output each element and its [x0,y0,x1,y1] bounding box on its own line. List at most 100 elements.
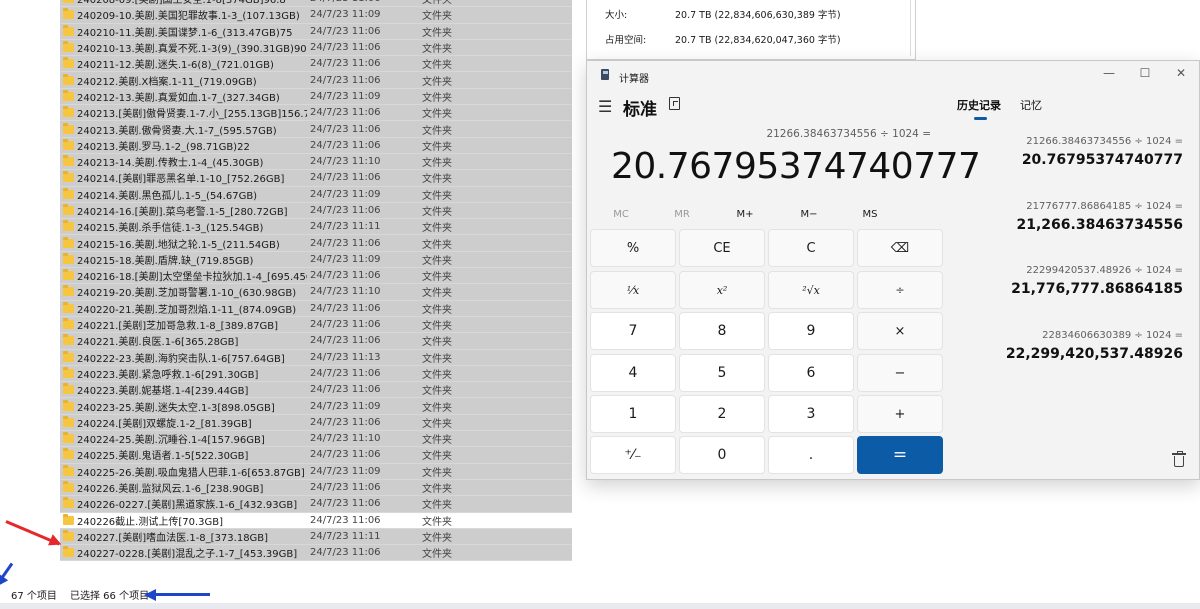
file-date: 24/7/23 11:06 [310,482,381,494]
file-date: 24/7/23 11:06 [310,498,381,510]
file-row[interactable]: 240223-25.美剧.迷失太空.1-3[898.05GB] 24/7/23 1… [60,398,572,415]
file-row[interactable]: 240219-20.美剧.芝加哥警署.1-10_(630.98GB) 24/7/2… [60,284,572,301]
memory-add-button[interactable]: M+ [725,209,765,220]
tab-memory[interactable]: 记忆 [1020,97,1042,113]
selected-count-text: 已选择 66 个项目 [70,591,150,602]
file-row[interactable]: 240224-25.美剧.沉睡谷.1-4[157.96GB] 24/7/23 11… [60,431,572,448]
digit-2-button[interactable]: 2 [679,395,765,433]
file-row[interactable]: 240222-23.美剧.海豹突击队.1-6[757.64GB] 24/7/23 … [60,349,572,366]
clear-button[interactable]: C [768,229,854,267]
folder-icon [63,285,74,297]
file-row[interactable]: 240220-21.美剧.芝加哥烈焰.1-11_(874.09GB) 24/7/2… [60,300,572,317]
file-row[interactable]: 240215.美剧.杀手信徒.1-3_(125.54GB) 24/7/23 11:… [60,219,572,236]
taskbar-strip [0,603,1200,609]
digit-8-button[interactable]: 8 [679,312,765,350]
file-row[interactable]: 240213.美剧.罗马.1-2_(98.71GB)22 24/7/23 11:0… [60,137,572,154]
divide-button[interactable]: ÷ [857,271,943,309]
file-type: 文件夹 [422,500,452,512]
digit-1-button[interactable]: 1 [590,395,676,433]
file-row[interactable]: 240225-26.美剧.吸血鬼猎人巴菲.1-6[653.87GB] 24/7/2… [60,463,572,480]
history-entry[interactable]: 22834606630389 ÷ 1024 = 22,299,420,537.4… [1006,330,1183,362]
file-row[interactable]: 240212-13.美剧.真爱如血.1-7_(327.34GB) 24/7/23 … [60,88,572,106]
file-name: 240213.美剧.罗马.1-2_(98.71GB)22 [77,141,250,153]
maximize-icon[interactable]: ☐ [1135,66,1155,80]
history-entry[interactable]: 21266.38463734556 ÷ 1024 = 20.7679537474… [1022,136,1183,168]
clear-entry-button[interactable]: CE [679,229,765,267]
file-row[interactable]: 240213.[美剧]傲骨贤妻.1-7.小_[255.13GB]156.7 24/… [60,105,572,122]
folder-icon [63,481,74,493]
square-root-button[interactable]: ²√x [768,271,854,309]
folder-icon [63,432,74,444]
backspace-button[interactable]: ⌫ [857,229,943,267]
file-row[interactable]: 240227.[美剧]嗜血法医.1-8_[373.18GB] 24/7/23 11… [60,528,572,546]
minus-button[interactable]: − [857,354,943,392]
multiply-button[interactable]: × [857,312,943,350]
file-row[interactable]: 240214.[美剧]罪恶黑名单.1-10_[752.26GB] 24/7/23 … [60,170,572,187]
file-row[interactable]: 240223.美剧.紧急呼救.1-6[291.30GB] 24/7/23 11:0… [60,365,572,383]
file-row[interactable]: 240226截止.测试上传[70.3GB] 24/7/23 11:06 文件夹 [60,512,572,529]
history-entry[interactable]: 21776777.86864185 ÷ 1024 = 21,266.384637… [1017,201,1184,233]
digit-0-button[interactable]: 0 [679,436,765,474]
equals-button[interactable]: = [857,436,943,474]
file-date: 24/7/23 11:06 [310,58,381,70]
file-row[interactable]: 240224.[美剧]双螺旋.1-2_[81.39GB] 24/7/23 11:0… [60,414,572,432]
memory-subtract-button[interactable]: M− [789,209,829,220]
file-name: 240222-23.美剧.海豹突击队.1-6[757.64GB] [77,353,285,365]
file-row[interactable]: 240221.[美剧]芝加哥急救.1-8_[389.87GB] 24/7/23 1… [60,316,572,334]
file-row[interactable]: 240226-0227.[美剧]黑道家族.1-6_[432.93GB] 24/7/… [60,496,572,513]
file-row[interactable]: 240221.美剧.良医.1-6[365.28GB] 24/7/23 11:06 文… [60,333,572,350]
file-row[interactable]: 240213.美剧.傲骨贤妻.大.1-7_(595.57GB) 24/7/23 1… [60,121,572,138]
file-name: 240226截止.测试上传[70.3GB] [77,516,224,528]
file-row[interactable]: 240215-18.美剧.盾牌.缺_(719.85GB) 24/7/23 11:0… [60,251,572,269]
file-row[interactable]: 240226.美剧.监狱风云.1-6_[238.90GB] 24/7/23 11:… [60,479,572,497]
file-row[interactable]: 240227-0228.[美剧]混乱之子.1-7_[453.39GB] 24/7/… [60,545,572,562]
file-row[interactable]: 240211-12.美剧.迷失.1-6(8)_(721.01GB) 24/7/23… [60,56,572,73]
file-name: 240211-12.美剧.迷失.1-6(8)_(721.01GB) [77,60,274,72]
file-row[interactable]: 240209-10.美剧.美国犯罪故事.1-3_(107.13GB) 24/7/2… [60,7,572,24]
percent-button[interactable]: % [590,229,676,267]
file-row[interactable]: 240214-16.[美剧].菜鸟老警.1-5_[280.72GB] 24/7/2… [60,202,572,220]
file-row[interactable]: 240223.美剧.妮基塔.1-4[239.44GB] 24/7/23 11:06… [60,382,572,399]
file-name: 240227-0228.[美剧]混乱之子.1-7_[453.39GB] [77,549,298,561]
folder-icon [63,399,74,411]
file-name: 240212-13.美剧.真爱如血.1-7_(327.34GB) [77,92,280,104]
keep-on-top-icon[interactable] [669,97,680,110]
minimize-icon[interactable]: — [1099,66,1119,80]
trash-icon[interactable] [1172,451,1186,467]
negate-button[interactable]: ⁺⁄₋ [590,436,676,474]
file-row[interactable]: 240215-16.美剧.地狱之轮.1-5_(211.54GB) 24/7/23 … [60,235,572,252]
file-row[interactable]: 240210-11.美剧.美国谍梦.1-6_(313.47GB)75 24/7/2… [60,23,572,40]
close-icon[interactable]: ✕ [1171,66,1191,80]
menu-icon[interactable]: ☰ [598,97,612,116]
file-list[interactable]: 240208-09.[美剧]国土安全.1-8[374GB]96.8 24/7/23… [60,0,572,562]
file-row[interactable]: 240210-13.美剧.真爱不死.1-3(9)_(390.31GB)90 24/… [60,39,572,57]
history-entry[interactable]: 22299420537.48926 ÷ 1024 = 21,776,777.86… [1011,265,1183,297]
memory-recall-button[interactable]: MR [662,209,702,220]
file-date: 24/7/23 11:06 [310,319,381,331]
digit-3-button[interactable]: 3 [768,395,854,433]
history-expression: 22834606630389 ÷ 1024 = [1042,330,1183,341]
folder-icon [63,366,74,378]
square-button[interactable]: x² [679,271,765,309]
decimal-button[interactable]: . [768,436,854,474]
memory-clear-button[interactable]: MC [601,209,641,220]
digit-6-button[interactable]: 6 [768,354,854,392]
digit-9-button[interactable]: 9 [768,312,854,350]
file-row[interactable]: 240216-18.[美剧]太空堡垒卡拉狄加.1-4_[695.45GB] 24/… [60,268,572,285]
file-row[interactable]: 240212.美剧.X档案.1-11_(719.09GB) 24/7/23 11:… [60,72,572,89]
digit-4-button[interactable]: 4 [590,354,676,392]
digit-5-button[interactable]: 5 [679,354,765,392]
disk-usage-row: 占用空间: 20.7 TB (22,834,620,047,360 字节) [605,32,841,46]
file-name: 240223.美剧.紧急呼救.1-6[291.30GB] [77,369,259,381]
blue-annotation-arrow-selected [146,593,210,596]
digit-7-button[interactable]: 7 [590,312,676,350]
file-row[interactable]: 240208-09.[美剧]国土安全.1-8[374GB]96.8 24/7/23… [60,0,572,8]
tab-history[interactable]: 历史记录 [957,97,1001,113]
file-type: 文件夹 [422,288,452,300]
file-row[interactable]: 240213-14.美剧.传教士.1-4_(45.30GB) 24/7/23 11… [60,153,572,171]
memory-store-button[interactable]: MS [850,209,890,220]
file-row[interactable]: 240225.美剧.鬼语者.1-5[522.30GB] 24/7/23 11:06… [60,447,572,464]
reciprocal-button[interactable]: ¹⁄x [590,271,676,309]
file-row[interactable]: 240214.美剧.黑色孤儿.1-5_(54.67GB) 24/7/23 11:0… [60,186,572,203]
plus-button[interactable]: + [857,395,943,433]
